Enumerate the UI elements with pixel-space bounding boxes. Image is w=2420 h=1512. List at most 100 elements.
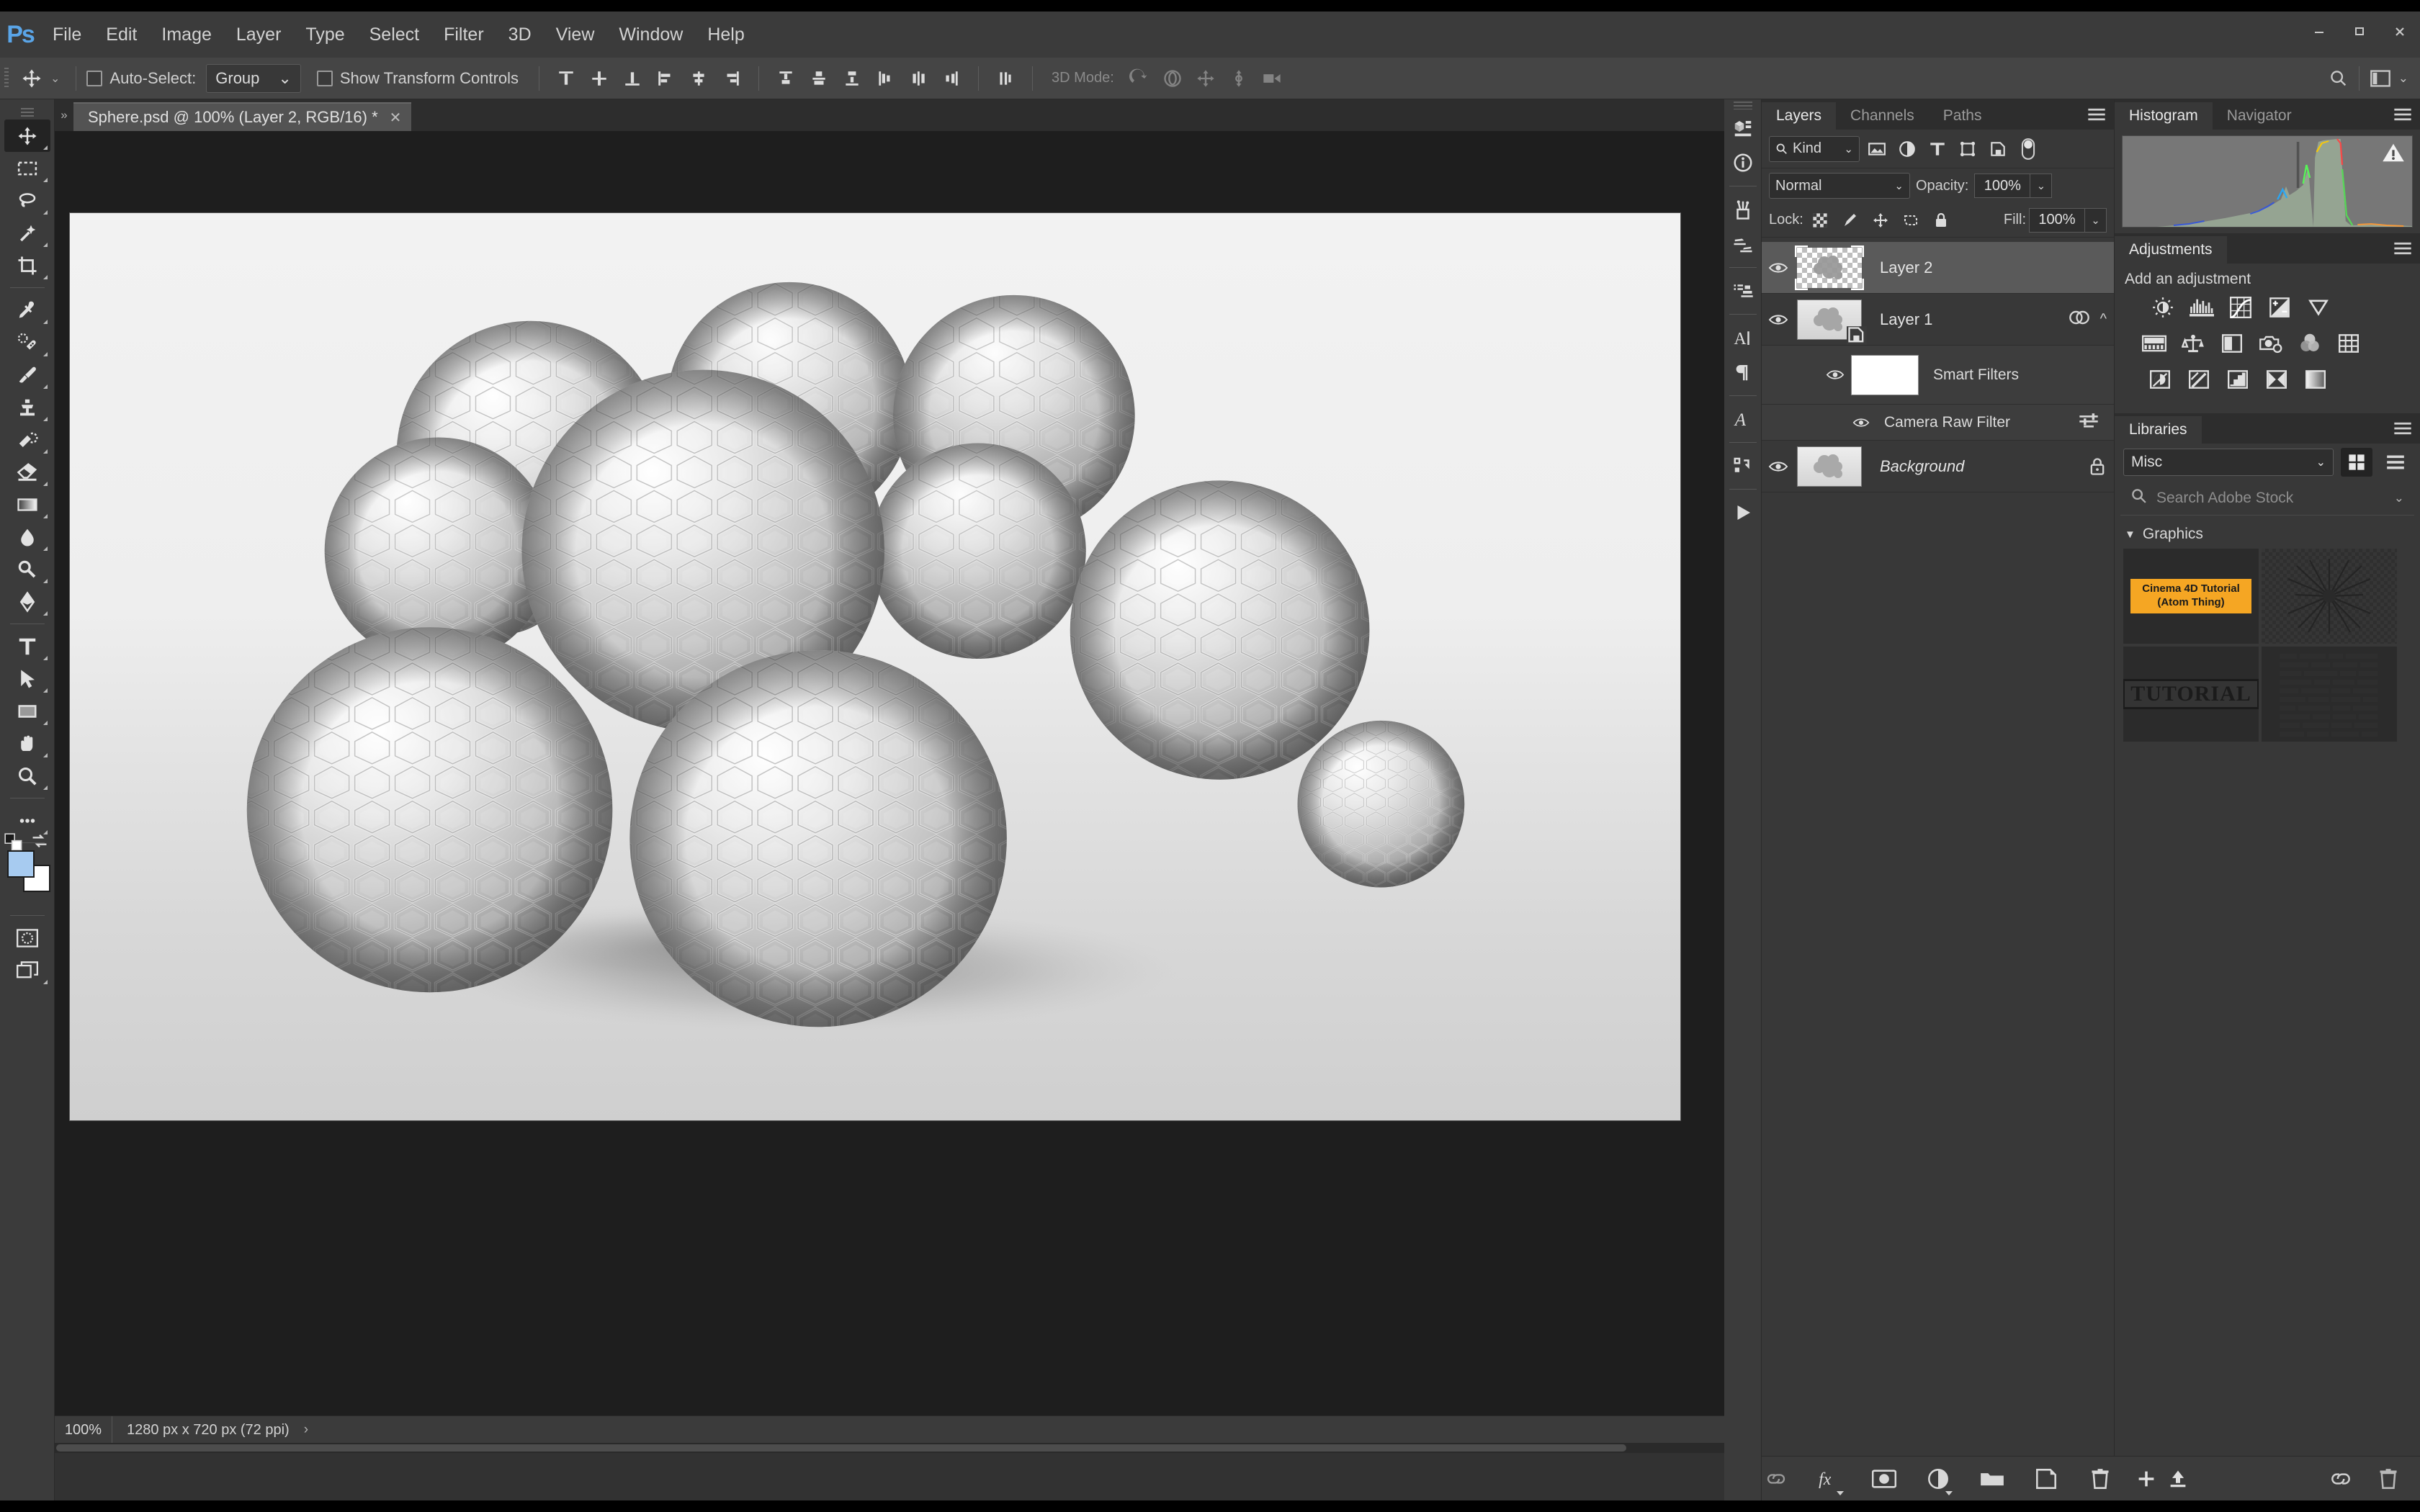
change-screen-mode[interactable]: [4, 954, 50, 986]
panel-menu-icon[interactable]: [2393, 240, 2413, 261]
tab-adjustments[interactable]: Adjustments: [2115, 236, 2227, 264]
add-content-icon[interactable]: [2130, 1463, 2162, 1495]
menu-item-window[interactable]: Window: [606, 12, 695, 58]
history-brush-tool[interactable]: [4, 423, 50, 456]
layer-name[interactable]: Layer 2: [1880, 258, 1932, 277]
dodge-tool[interactable]: [4, 553, 50, 585]
scrollbar-thumb[interactable]: [56, 1444, 1626, 1452]
rectangle-tool[interactable]: [4, 695, 50, 727]
expand-panels-icon[interactable]: »: [55, 99, 73, 131]
distribute-bottom-edges-icon[interactable]: [835, 63, 869, 94]
layer-thumbnail[interactable]: [1795, 297, 1867, 345]
rectangular-marquee-tool[interactable]: [4, 152, 50, 184]
status-expand-icon[interactable]: ›: [304, 1422, 308, 1438]
invert-icon[interactable]: [2146, 367, 2174, 392]
pen-tool[interactable]: [4, 585, 50, 618]
close-button[interactable]: [2380, 12, 2420, 52]
tab-libraries[interactable]: Libraries: [2115, 416, 2202, 444]
tool-preset-chevron-icon[interactable]: ⌄: [50, 71, 60, 86]
align-top-edges-icon[interactable]: [550, 63, 583, 94]
library-group-header[interactable]: ▼ Graphics: [2115, 516, 2420, 549]
add-layer-mask-icon[interactable]: [1870, 1464, 1898, 1494]
layer-visibility-toggle[interactable]: [1762, 441, 1795, 492]
list-item[interactable]: [2262, 647, 2397, 742]
layer-thumbnail[interactable]: [1795, 245, 1864, 290]
lasso-tool[interactable]: [4, 184, 50, 217]
menu-item-filter[interactable]: Filter: [431, 12, 496, 58]
align-right-edges-icon[interactable]: [715, 63, 748, 94]
table-row[interactable]: Layer 1 ^: [1762, 294, 2114, 346]
link-layers-icon[interactable]: [1762, 1464, 1790, 1494]
levels-icon[interactable]: [2188, 295, 2215, 320]
clone-source-icon[interactable]: [1724, 274, 1762, 308]
smart-filter-item[interactable]: Camera Raw Filter: [1762, 405, 2114, 441]
list-item[interactable]: Cinema 4D Tutorial (Atom Thing): [2123, 549, 2259, 644]
fill-chevron-icon[interactable]: ⌄: [2085, 207, 2107, 233]
new-adjustment-layer-icon[interactable]: [1924, 1464, 1953, 1495]
menu-item-help[interactable]: Help: [695, 12, 756, 58]
menu-item-type[interactable]: Type: [293, 12, 357, 58]
collapse-chevron-icon[interactable]: ^: [2100, 311, 2107, 328]
photo-filter-icon[interactable]: [2257, 331, 2285, 356]
align-vertical-centers-icon[interactable]: [583, 63, 616, 94]
tab-channels[interactable]: Channels: [1836, 102, 1929, 130]
filter-pixel-icon[interactable]: [1864, 136, 1890, 162]
crop-tool[interactable]: [4, 249, 50, 282]
smart-filters-mask-thumbnail[interactable]: [1851, 354, 1919, 395]
maximize-button[interactable]: [2339, 12, 2380, 52]
grid-view-icon[interactable]: [2341, 448, 2372, 477]
lock-artboard-nesting[interactable]: [1897, 207, 1924, 233]
smart-filters-visibility-toggle[interactable]: [1819, 368, 1851, 382]
menu-item-layer[interactable]: Layer: [224, 12, 294, 58]
path-selection-tool[interactable]: [4, 662, 50, 695]
layer-visibility-toggle[interactable]: [1762, 242, 1795, 294]
histogram-graph[interactable]: [2122, 135, 2413, 228]
align-left-edges-icon[interactable]: [649, 63, 682, 94]
menu-item-3d[interactable]: 3D: [496, 12, 544, 58]
delete-layer-icon[interactable]: [2087, 1464, 2115, 1494]
search-input[interactable]: Search Adobe Stock: [2156, 490, 2385, 507]
distribute-spacing-icon[interactable]: [989, 63, 1022, 94]
creative-cloud-sync-icon[interactable]: [2325, 1463, 2357, 1495]
horizontal-type-tool[interactable]: [4, 630, 50, 662]
color-balance-icon[interactable]: [2179, 331, 2207, 356]
dock-grip[interactable]: [1724, 99, 1762, 111]
table-row[interactable]: Layer 2: [1762, 242, 2114, 294]
clone-stamp-tool[interactable]: [4, 391, 50, 423]
list-item[interactable]: TUTORIAL: [2123, 647, 2259, 742]
tab-navigator[interactable]: Navigator: [2213, 102, 2306, 130]
vibrance-icon[interactable]: [2305, 295, 2332, 320]
selective-color-icon[interactable]: [2263, 367, 2290, 392]
delete-icon[interactable]: [2372, 1463, 2404, 1495]
layer-style-fx-icon[interactable]: fx: [1816, 1464, 1845, 1495]
layer-thumbnail[interactable]: [1795, 444, 1864, 489]
quick-selection-tool[interactable]: [4, 217, 50, 249]
filter-shape-icon[interactable]: [1955, 136, 1981, 162]
menu-item-edit[interactable]: Edit: [94, 12, 149, 58]
new-layer-icon[interactable]: [2033, 1464, 2061, 1494]
lock-transparent-pixels[interactable]: [1806, 207, 1834, 233]
exposure-icon[interactable]: [2266, 295, 2293, 320]
eraser-tool[interactable]: [4, 456, 50, 488]
lock-position[interactable]: [1867, 207, 1894, 233]
list-view-icon[interactable]: [2380, 448, 2411, 477]
menu-item-select[interactable]: Select: [357, 12, 431, 58]
panel-menu-icon[interactable]: [2393, 106, 2413, 127]
workspace-switcher-button[interactable]: ⌄: [2362, 63, 2416, 94]
smart-filter-visibility-toggle[interactable]: [1848, 416, 1874, 429]
layer-name[interactable]: Layer 1: [1880, 310, 1932, 329]
gradient-map-icon[interactable]: [2302, 367, 2329, 392]
table-row[interactable]: Background: [1762, 441, 2114, 492]
smart-filter-icon[interactable]: [2069, 308, 2090, 330]
auto-select-checkbox[interactable]: [86, 70, 103, 86]
properties-3d-icon[interactable]: [1724, 111, 1762, 145]
threshold-icon[interactable]: [2224, 367, 2251, 392]
menu-item-view[interactable]: View: [544, 12, 607, 58]
distribute-top-edges-icon[interactable]: [769, 63, 802, 94]
posterize-icon[interactable]: [2185, 367, 2213, 392]
color-lookup-icon[interactable]: [2335, 331, 2362, 356]
artboard[interactable]: [69, 212, 1681, 1121]
zoom-tool[interactable]: [4, 760, 50, 792]
menu-item-image[interactable]: Image: [149, 12, 223, 58]
tab-histogram[interactable]: Histogram: [2115, 102, 2213, 130]
